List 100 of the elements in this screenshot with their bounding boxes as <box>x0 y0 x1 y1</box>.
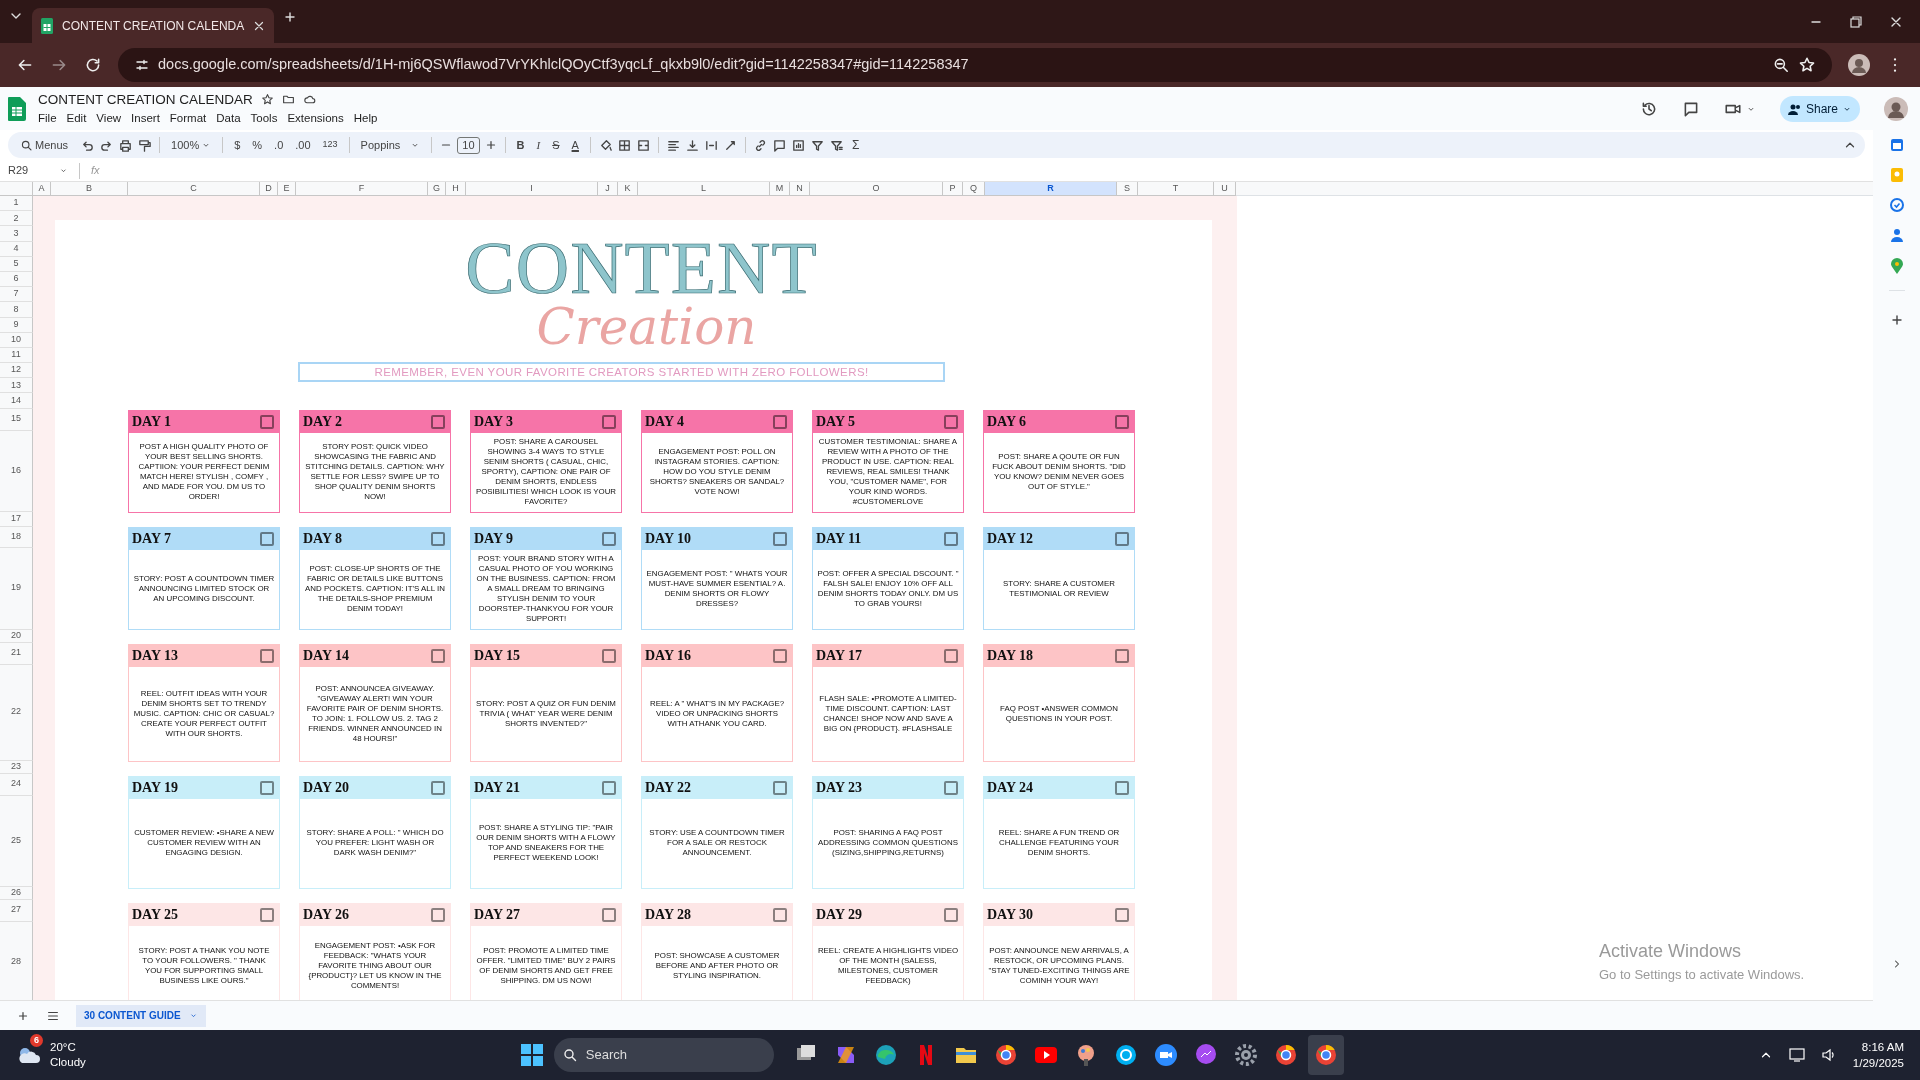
checkbox[interactable] <box>944 907 958 922</box>
vertical-align-icon[interactable] <box>684 137 700 153</box>
print-icon[interactable] <box>118 137 134 153</box>
percent-button[interactable]: % <box>248 134 267 156</box>
camera-icon[interactable] <box>1153 1043 1178 1067</box>
row-number[interactable]: 8 <box>13 302 19 317</box>
checkbox[interactable] <box>773 414 787 429</box>
row-number[interactable]: 16 <box>11 463 21 478</box>
star-icon[interactable] <box>1798 56 1816 74</box>
message-icon[interactable] <box>1193 1043 1218 1067</box>
checkbox[interactable] <box>431 907 445 922</box>
avatar-icon[interactable] <box>1848 54 1870 76</box>
checkbox[interactable] <box>944 531 958 546</box>
document-title[interactable]: CONTENT CREATION CALENDAR <box>38 89 253 110</box>
zoom-dropdown[interactable]: 100% <box>167 134 216 156</box>
checkbox[interactable] <box>602 648 616 663</box>
checkbox[interactable] <box>944 648 958 663</box>
row-number[interactable]: 17 <box>11 511 21 526</box>
calendar-icon[interactable] <box>1889 138 1904 152</box>
chat-bubble-icon[interactable] <box>1113 1043 1138 1067</box>
gear-icon[interactable] <box>1233 1043 1258 1067</box>
row-number[interactable]: 18 <box>11 529 21 544</box>
start-icon[interactable] <box>519 1043 544 1067</box>
row-number[interactable]: 6 <box>13 272 19 286</box>
checkbox[interactable] <box>431 531 445 546</box>
circle-logo-icon[interactable] <box>1313 1043 1338 1067</box>
checkbox[interactable] <box>773 907 787 922</box>
row-number[interactable]: 25 <box>11 833 21 848</box>
checkbox[interactable] <box>260 531 274 546</box>
row-number[interactable]: 15 <box>11 412 21 426</box>
row-number[interactable]: 7 <box>13 287 19 301</box>
checkbox[interactable] <box>602 414 616 429</box>
menu-item[interactable]: Help <box>348 110 383 128</box>
borders-icon[interactable] <box>616 137 632 153</box>
menu-item[interactable]: Format <box>164 110 212 128</box>
row-number[interactable]: 12 <box>11 363 21 377</box>
checkbox[interactable] <box>944 414 958 429</box>
checkbox[interactable] <box>1115 531 1129 546</box>
number-format-button[interactable]: 123 <box>318 134 342 156</box>
restore-icon[interactable] <box>1848 13 1864 30</box>
checkbox[interactable] <box>1115 907 1129 922</box>
functions-button[interactable]: Σ <box>847 134 864 156</box>
column-header[interactable]: R <box>985 182 1117 196</box>
checkbox[interactable] <box>260 648 274 663</box>
circle-logo-icon[interactable] <box>993 1043 1018 1067</box>
row-number[interactable]: 26 <box>11 886 21 899</box>
chart-icon[interactable] <box>790 137 806 153</box>
row-number[interactable]: 24 <box>11 777 21 791</box>
row-number[interactable]: 1 <box>13 196 19 210</box>
merge-icon[interactable] <box>635 137 651 153</box>
monitor-icon[interactable] <box>1788 1047 1805 1063</box>
menu-item[interactable]: View <box>91 110 127 128</box>
row-number[interactable]: 11 <box>11 348 21 362</box>
row-number[interactable]: 3 <box>13 226 19 241</box>
wave-icon[interactable] <box>873 1043 898 1067</box>
spreadsheet-logo-icon[interactable] <box>8 96 26 121</box>
star-icon[interactable] <box>260 93 274 107</box>
person-icon[interactable] <box>1889 228 1904 242</box>
name-box[interactable]: R29 <box>8 162 55 179</box>
menu-item[interactable]: Edit <box>61 110 92 128</box>
increase-decimal-button[interactable]: .00 <box>291 134 315 156</box>
checkbox[interactable] <box>260 780 274 795</box>
checkbox[interactable] <box>1115 414 1129 429</box>
check-circle-icon[interactable] <box>1889 198 1904 212</box>
checkbox[interactable] <box>431 780 445 795</box>
row-number[interactable]: 22 <box>11 705 21 719</box>
browser-tab[interactable]: CONTENT CREATION CALENDA <box>32 8 275 43</box>
row-number[interactable]: 27 <box>11 903 21 917</box>
row-number[interactable]: 2 <box>13 211 19 226</box>
paint-roller-icon[interactable] <box>137 137 153 153</box>
checkbox[interactable] <box>1115 780 1129 795</box>
row-number[interactable]: 5 <box>13 257 19 271</box>
checkbox[interactable] <box>431 648 445 663</box>
menu-item[interactable]: File <box>38 110 62 128</box>
decrease-decimal-button[interactable]: .0 <box>270 134 288 156</box>
text-color-button[interactable]: A <box>567 134 583 156</box>
clock-date[interactable]: 1/29/2025 <box>1852 1055 1904 1071</box>
map-pin-icon[interactable] <box>1890 258 1903 274</box>
search-menus-button[interactable]: Menus <box>16 134 73 156</box>
menu-item[interactable]: Insert <box>126 110 165 128</box>
row-number[interactable]: 9 <box>13 317 19 332</box>
address-bar[interactable]: docs.google.com/spreadsheets/d/1H-mj6QSWflawod7VrYKhlclQOyCtf3yqcLf_qkxb9l0/edit?gid=1142258347#gid=1142258347 <box>118 48 1832 82</box>
checkbox[interactable] <box>773 780 787 795</box>
row-number[interactable]: 4 <box>13 241 19 256</box>
row-number[interactable]: 14 <box>11 393 21 408</box>
row-number[interactable]: 10 <box>11 333 21 347</box>
checkbox[interactable] <box>602 531 616 546</box>
checkbox[interactable] <box>602 780 616 795</box>
clock-time[interactable]: 8:16 AM <box>1861 1039 1904 1055</box>
bold-button[interactable]: B <box>512 134 529 156</box>
comment-icon[interactable] <box>771 137 787 153</box>
strikethrough-button[interactable]: S <box>548 134 564 156</box>
speaker-icon[interactable] <box>1820 1047 1837 1063</box>
font-size-field[interactable]: 10 <box>457 136 480 154</box>
checkbox[interactable] <box>773 531 787 546</box>
italic-button[interactable]: I <box>532 134 545 156</box>
checkbox[interactable] <box>260 907 274 922</box>
row-number[interactable]: 19 <box>11 581 21 595</box>
menu-item[interactable]: Tools <box>245 110 283 128</box>
avatar-icon[interactable] <box>1884 96 1908 121</box>
